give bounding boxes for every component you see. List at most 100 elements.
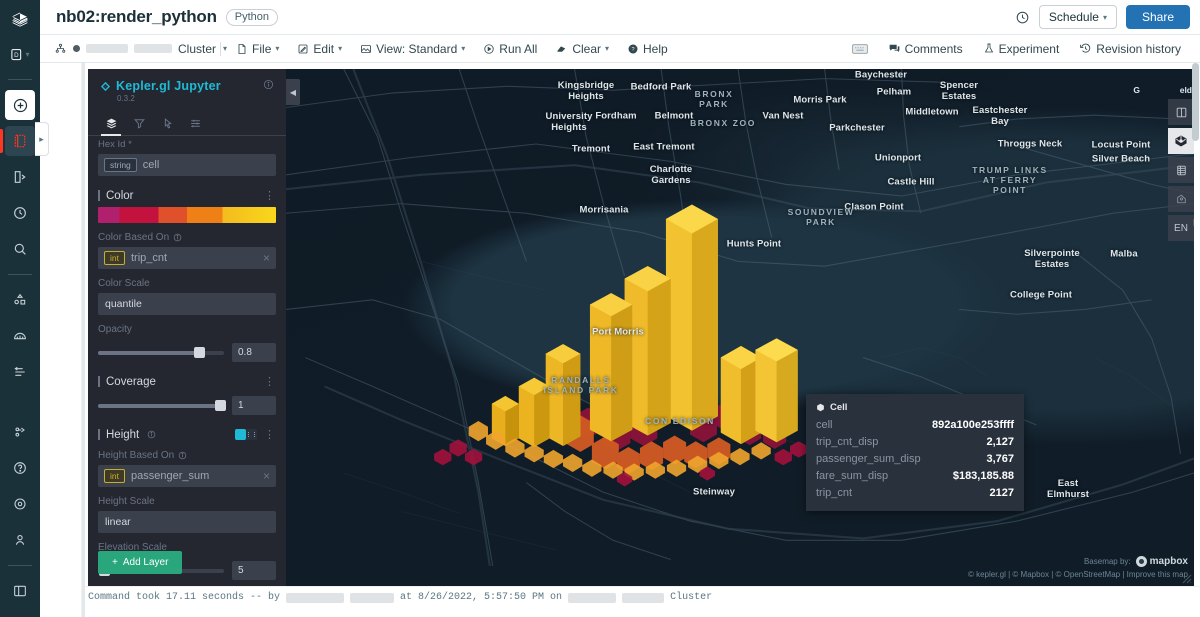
main-area: nb02:render_python Python Schedule ▾ Sha… [40, 0, 1200, 617]
file-menu[interactable]: File ▾ [227, 39, 288, 59]
map-label: Unionport [875, 153, 921, 164]
opacity-slider-fill [98, 351, 199, 355]
attribution-links[interactable]: © kepler.gl | © Mapbox | © OpenStreetMap… [968, 569, 1188, 581]
recents-clock-icon[interactable] [5, 198, 35, 228]
height-enable-toggle[interactable] [235, 429, 257, 440]
tooltip-rows: cell892a100e253fffftrip_cnt_disp2,127pas… [816, 417, 1014, 502]
data-icon[interactable] [5, 285, 35, 315]
height-scale-select[interactable]: linear [98, 511, 276, 533]
map-label: Locust Point [1092, 140, 1151, 151]
clear-height-field-icon[interactable]: × [263, 470, 270, 482]
cluster-label: Cluster [178, 42, 216, 56]
resize-handle[interactable] [1182, 574, 1192, 584]
mapbox-logo-icon[interactable]: mapbox [1136, 554, 1188, 569]
edit-menu[interactable]: Edit ▾ [288, 39, 351, 59]
chevron-down-icon: ▾ [605, 44, 609, 53]
clear-color-field-icon[interactable]: × [263, 252, 270, 264]
tooltip-value: 2,127 [986, 434, 1014, 451]
toggle-sidebar-icon[interactable] [5, 576, 35, 606]
expand-sidebar-caret-icon[interactable]: ▸ [35, 122, 49, 156]
kepler-tab-bar [88, 105, 286, 136]
info-circle-icon[interactable] [173, 233, 182, 242]
rail-bottom-group [5, 414, 35, 617]
coverage-section-header: Coverage ⋮ [98, 375, 276, 388]
page-scrollbar[interactable] [1192, 63, 1199, 141]
notebook-icon[interactable] [5, 126, 35, 156]
coverage-slider-row: 1 [98, 396, 276, 415]
map-label: Morris Park [793, 95, 846, 106]
user-account-icon[interactable] [5, 525, 35, 555]
compute-icon[interactable] [5, 321, 35, 351]
legend-icon[interactable] [1168, 157, 1194, 183]
info-circle-icon[interactable] [147, 430, 156, 439]
help-menu[interactable]: ? Help [618, 39, 677, 59]
revision-history-label: Revision history [1096, 42, 1181, 56]
3d-map-icon[interactable] [1168, 128, 1194, 154]
info-circle-icon[interactable] [178, 451, 187, 460]
share-button[interactable]: Share [1126, 5, 1190, 29]
tab-interactions[interactable] [154, 111, 180, 135]
search-icon[interactable] [5, 234, 35, 264]
tooltip-value: 2127 [990, 485, 1014, 502]
cluster-selector[interactable]: Cluster [54, 42, 218, 56]
mapbox-label: mapbox [1150, 554, 1188, 569]
comments-button[interactable]: Comments [879, 39, 972, 59]
color-more-options-icon[interactable]: ⋮ [264, 189, 276, 202]
map-label: Morrisania [579, 205, 628, 216]
cursor-icon [161, 117, 174, 130]
chevron-down-icon: ▾ [275, 44, 279, 53]
kepler-map-canvas[interactable]: ◀ BaychesterBedford ParkKingsbridgeHeigh… [286, 69, 1194, 586]
elevation-scale-value[interactable]: 5 [232, 561, 276, 580]
coverage-more-options-icon[interactable]: ⋮ [264, 375, 276, 388]
split-map-icon[interactable] [1168, 99, 1194, 125]
workspace-dropdown-icon[interactable]: D ▾ [3, 39, 37, 69]
help-label: Help [643, 42, 668, 56]
hex-id-value: cell [143, 159, 160, 171]
run-all-button[interactable]: Run All [474, 39, 546, 59]
clock-icon[interactable] [1015, 10, 1030, 25]
coverage-slider[interactable] [98, 404, 224, 408]
machine-learning-icon[interactable] [5, 417, 35, 447]
view-menu[interactable]: View: Standard ▾ [351, 39, 474, 59]
info-circle-icon[interactable] [263, 79, 274, 93]
notebook-toolbar: Cluster ▾ File ▾ Edit ▾ [40, 35, 1200, 63]
tab-filters[interactable] [126, 111, 152, 135]
add-layer-button[interactable]: + Add Layer [98, 551, 182, 574]
color-ramp-preview[interactable] [98, 207, 276, 223]
draw-polygon-icon[interactable] [1168, 186, 1194, 212]
opacity-slider[interactable] [98, 351, 224, 355]
help-circle-icon[interactable] [5, 453, 35, 483]
hex-id-field[interactable]: string cell [98, 154, 276, 176]
clear-menu[interactable]: Clear ▾ [546, 39, 618, 59]
map-label: Steinway [693, 487, 735, 498]
map-label: Silver Beach [1092, 154, 1150, 165]
workflows-icon[interactable] [5, 357, 35, 387]
locale-button[interactable]: EN [1168, 215, 1194, 241]
coverage-value[interactable]: 1 [232, 396, 276, 415]
height-based-on-field[interactable]: int passenger_sum × [98, 465, 276, 487]
new-plus-icon[interactable] [5, 90, 35, 120]
opacity-slider-knob[interactable] [194, 347, 205, 358]
collapse-panel-button[interactable]: ◀ [286, 79, 300, 105]
cell-left-bar [82, 63, 85, 617]
chevron-down-icon: ▾ [25, 50, 29, 59]
revision-history-button[interactable]: Revision history [1070, 39, 1190, 59]
settings-gear-icon[interactable] [5, 489, 35, 519]
tab-basemap[interactable] [182, 111, 208, 135]
tooltip-value: 3,767 [986, 451, 1014, 468]
height-more-options-icon[interactable]: ⋮ [264, 428, 276, 441]
color-based-on-field[interactable]: int trip_cnt × [98, 247, 276, 269]
color-field-value: trip_cnt [131, 252, 167, 264]
map-label: EastElmhurst [1047, 478, 1089, 500]
language-badge[interactable]: Python [226, 9, 278, 26]
tooltip-key: passenger_sum_disp [816, 451, 921, 468]
databricks-logo-icon[interactable] [0, 4, 40, 36]
keyboard-shortcuts-button[interactable] [843, 39, 877, 59]
color-scale-select[interactable]: quantile [98, 293, 276, 315]
workspace-icon[interactable] [5, 162, 35, 192]
schedule-button[interactable]: Schedule ▾ [1039, 5, 1117, 29]
coverage-slider-knob[interactable] [215, 400, 226, 411]
tab-layers[interactable] [98, 111, 124, 135]
experiment-button[interactable]: Experiment [974, 39, 1069, 59]
opacity-value[interactable]: 0.8 [232, 343, 276, 362]
